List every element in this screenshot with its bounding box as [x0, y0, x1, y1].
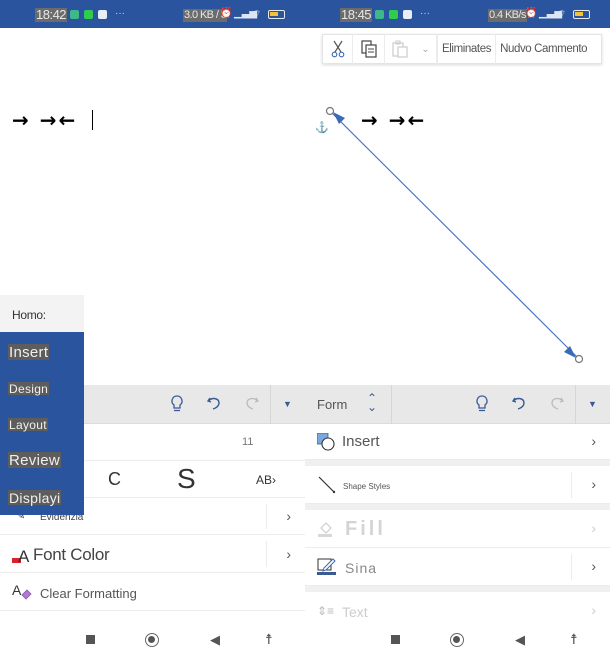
status-bar: 18:45 ··· 0.4 KB/s ⏰ ▁▃▅ ⌔: [305, 0, 610, 28]
status-time: 18:45: [340, 7, 373, 22]
text-direction-icon: ⇕≡: [317, 604, 335, 618]
document-canvas[interactable]: ⌄ Eliminates Nudvo Cammento ⚓ → →←: [305, 28, 610, 385]
anchor-icon: ⚓: [315, 122, 329, 134]
line-pen-icon: [317, 557, 337, 581]
redo-icon[interactable]: [244, 395, 260, 416]
arrowhead-start: [333, 112, 345, 124]
svg-text:A: A: [18, 547, 30, 564]
ribbon-tab-selector[interactable]: Form: [317, 397, 347, 412]
undo-icon[interactable]: [206, 395, 222, 416]
italic-button[interactable]: C: [108, 469, 121, 490]
undo-icon[interactable]: [511, 395, 527, 416]
tab-insert[interactable]: Insert: [8, 344, 50, 360]
alarm-icon: ⏰: [220, 8, 233, 19]
font-color-icon: A: [12, 546, 32, 569]
app-notification-icon: [375, 10, 384, 19]
ribbon-tab-menu: Homo: Insert Design Layout Review Displa…: [0, 295, 84, 515]
chevron-right-icon: ›: [591, 558, 596, 574]
document-text: → →←: [361, 108, 427, 132]
fill-row[interactable]: Fill ›: [305, 510, 610, 548]
redo-icon[interactable]: [549, 395, 565, 416]
collapse-ribbon-icon[interactable]: ▼: [588, 399, 597, 409]
accessibility-button[interactable]: ☨: [265, 631, 273, 648]
clear-formatting-row[interactable]: A Clear Formatting: [0, 573, 305, 611]
tab-display[interactable]: Displayi: [8, 490, 62, 505]
shape-styles-row[interactable]: Shape Styles ›: [305, 466, 610, 504]
chevron-right-icon: ›: [591, 433, 596, 449]
home-button[interactable]: [145, 633, 159, 647]
whatsapp-icon: [389, 10, 398, 19]
left-screen: 18:42 ··· 3.0 KB / 3 ⏰ ▁▃▅ ⌔ → →← ▼ 11 C: [0, 0, 305, 658]
android-nav-bar: ◀ ☨: [0, 622, 305, 658]
tab-switch-icon[interactable]: ⌃ ⌄: [367, 392, 377, 413]
insert-shapes-icon: [316, 432, 335, 456]
back-button[interactable]: ◀: [515, 632, 525, 648]
alarm-icon: ⏰: [525, 8, 538, 19]
tab-home[interactable]: Homo:: [0, 295, 84, 332]
resize-handle-end: [574, 354, 584, 364]
fill-bucket-icon: [317, 520, 335, 543]
font-size-value: 11: [242, 436, 254, 448]
home-button[interactable]: [450, 633, 464, 647]
underline-button[interactable]: S: [177, 463, 196, 495]
battery-icon: [268, 10, 285, 19]
line-shape[interactable]: [305, 28, 610, 385]
ribbon-toolbar: Form ⌃ ⌄ ▼: [305, 385, 610, 424]
outlook-icon: [98, 10, 107, 19]
fill-label: Fill: [345, 518, 386, 540]
font-color-label: Font Color: [33, 545, 110, 564]
resize-handle-start: [325, 106, 335, 116]
line-row[interactable]: Sina ›: [305, 548, 610, 586]
wifi-icon: ⌔: [557, 9, 567, 20]
lightbulb-icon[interactable]: [170, 395, 184, 418]
svg-text:A: A: [12, 582, 22, 598]
more-notifications-icon: ···: [420, 8, 430, 19]
text-label: Text: [342, 604, 368, 620]
collapse-ribbon-icon[interactable]: ▼: [283, 399, 292, 409]
chevron-right-icon: ›: [286, 508, 291, 524]
clear-formatting-icon: A: [12, 582, 34, 605]
font-color-row[interactable]: A Font Color ›: [0, 535, 305, 573]
chevron-right-icon: ›: [286, 546, 291, 562]
tab-list: Insert Design Layout Review Displayi: [0, 332, 84, 515]
network-speed: 0.4 KB/s: [488, 9, 527, 22]
tab-layout[interactable]: Layout: [8, 418, 48, 431]
back-button[interactable]: ◀: [210, 632, 220, 648]
shape-format-panel: Insert › Shape Styles › Fill › Sina › ⇕≡…: [305, 424, 610, 630]
arrowhead-end: [564, 346, 576, 358]
strikethrough-button[interactable]: AB›: [256, 473, 276, 487]
chevron-right-icon: ›: [591, 520, 596, 536]
clear-formatting-label: Clear Formatting: [40, 586, 137, 601]
recents-button[interactable]: [86, 635, 95, 644]
app-notification-icon: [70, 10, 79, 19]
shape-styles-label: Shape Styles: [343, 482, 391, 491]
outlook-icon: [403, 10, 412, 19]
more-notifications-icon: ···: [115, 8, 125, 19]
wifi-icon: ⌔: [252, 9, 262, 20]
line-label: Sina: [345, 560, 378, 576]
status-time: 18:42: [35, 7, 68, 22]
text-cursor: [92, 110, 93, 130]
insert-row[interactable]: Insert ›: [305, 424, 610, 460]
whatsapp-icon: [84, 10, 93, 19]
status-bar: 18:42 ··· 3.0 KB / 3 ⏰ ▁▃▅ ⌔: [0, 0, 305, 28]
recents-button[interactable]: [391, 635, 400, 644]
tab-design[interactable]: Design: [8, 382, 50, 395]
battery-icon: [573, 10, 590, 19]
tab-review[interactable]: Review: [8, 452, 61, 468]
document-text: → →←: [12, 108, 78, 132]
right-screen: 18:45 ··· 0.4 KB/s ⏰ ▁▃▅ ⌔ ⌄ Eliminates …: [305, 0, 610, 658]
chevron-right-icon: ›: [591, 476, 596, 492]
line-style-icon: [318, 476, 336, 499]
insert-label: Insert: [342, 433, 380, 450]
lightbulb-icon[interactable]: [475, 395, 489, 418]
chevron-right-icon: ›: [591, 602, 596, 618]
accessibility-button[interactable]: ☨: [570, 631, 578, 648]
android-nav-bar: ◀ ☨: [305, 622, 610, 658]
